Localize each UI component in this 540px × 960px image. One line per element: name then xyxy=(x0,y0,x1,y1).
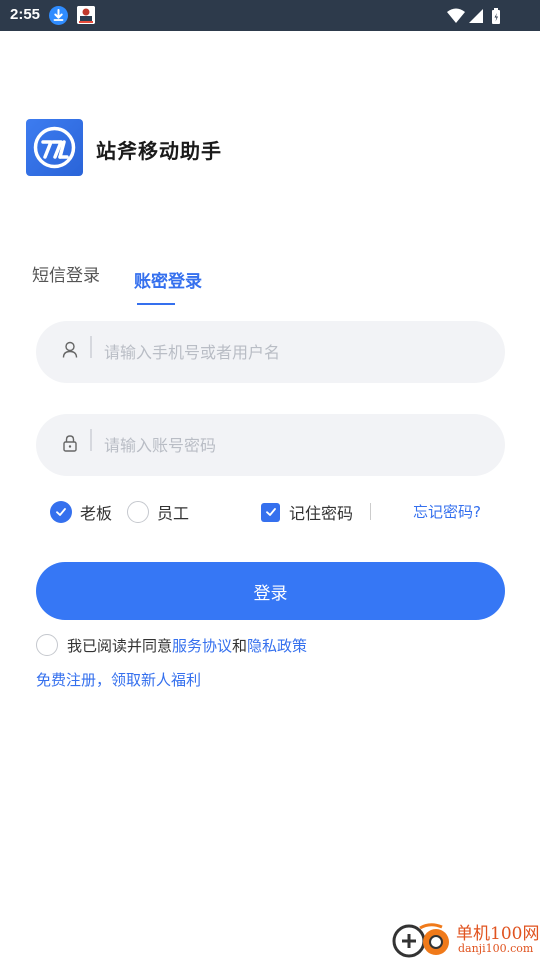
input-divider xyxy=(90,429,92,451)
options-divider xyxy=(370,503,371,520)
watermark: 单机100网 danji100.com xyxy=(390,918,540,960)
remember-password-label: 记住密码 xyxy=(289,504,354,523)
username-input[interactable] xyxy=(104,321,484,383)
status-indicators xyxy=(446,7,508,29)
role-label-boss: 老板 xyxy=(80,504,113,523)
role-label-staff: 员工 xyxy=(157,504,190,523)
lock-icon xyxy=(62,434,78,452)
app-title: 站斧移动助手 xyxy=(96,139,222,163)
watermark-title: 单机100网 xyxy=(456,924,540,944)
role-option-boss[interactable]: 老板 xyxy=(50,500,112,524)
free-register-link[interactable]: 免费注册，领取新人福利 xyxy=(36,669,201,690)
active-tab-indicator xyxy=(137,303,175,305)
remember-password-option[interactable]: 记住密码 xyxy=(261,500,353,524)
agreement-text: 我已阅读并同意服务协议和隐私政策 xyxy=(67,635,307,656)
tab-sms-login[interactable]: 短信登录 xyxy=(32,261,100,286)
privacy-policy-link[interactable]: 隐私政策 xyxy=(247,637,307,655)
watermark-url: danji100.com xyxy=(458,942,534,955)
wifi-icon xyxy=(447,8,465,23)
signal-icon xyxy=(469,9,483,23)
checkbox-checked-icon[interactable] xyxy=(261,502,280,522)
service-agreement-link[interactable]: 服务协议 xyxy=(172,637,232,655)
status-bar: 2:55 xyxy=(0,0,540,31)
agreement-radio[interactable] xyxy=(36,634,58,656)
download-icon xyxy=(49,6,68,25)
watermark-logo-icon xyxy=(392,923,449,958)
input-divider xyxy=(90,336,92,358)
radio-checked-icon[interactable] xyxy=(50,501,72,523)
password-input-container[interactable] xyxy=(36,414,505,476)
agreement-prefix: 我已阅读并同意 xyxy=(67,637,173,655)
radio-unchecked-icon[interactable] xyxy=(127,501,149,523)
login-button[interactable]: 登录 xyxy=(36,562,505,620)
password-input[interactable] xyxy=(104,414,484,476)
battery-icon xyxy=(492,8,500,24)
user-icon xyxy=(62,341,78,359)
app-thumbnail-icon xyxy=(77,6,95,24)
role-option-staff[interactable]: 员工 xyxy=(127,500,189,524)
username-input-container[interactable] xyxy=(36,321,505,383)
app-logo-icon xyxy=(26,119,83,176)
agreement-conjunction: 和 xyxy=(232,637,248,655)
status-time: 2:55 xyxy=(10,6,41,23)
tab-password-login[interactable]: 账密登录 xyxy=(134,267,202,292)
forgot-password-link[interactable]: 忘记密码? xyxy=(413,501,481,522)
